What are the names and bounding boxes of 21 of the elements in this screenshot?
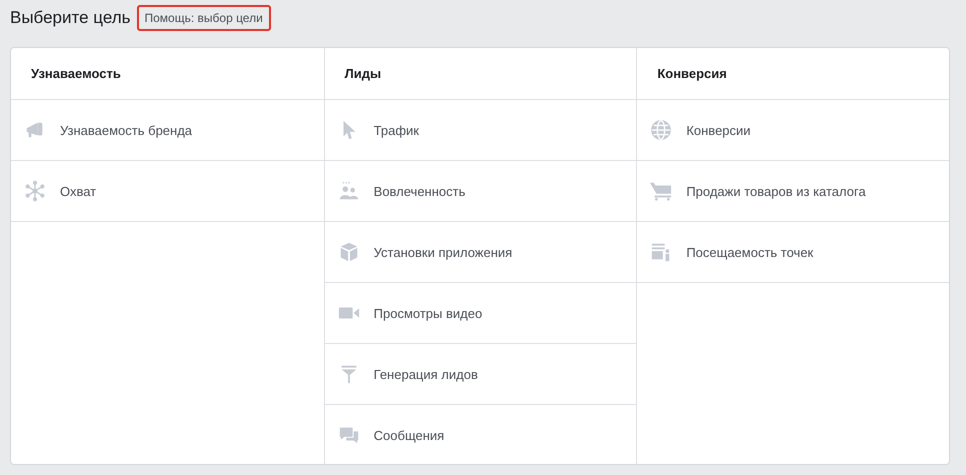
objective-option[interactable]: Генерация лидов (324, 344, 636, 405)
page-title: Выберите цель (10, 8, 130, 28)
column-heading: Конверсия (637, 48, 949, 100)
column-heading: Лиды (324, 48, 636, 100)
store-icon (650, 241, 672, 263)
objective-option[interactable]: Конверсии (637, 100, 949, 161)
column-heading: Узнаваемость (11, 48, 324, 100)
objective-option[interactable]: Просмотры видео (324, 283, 636, 344)
people-icon (338, 180, 360, 202)
objective-option[interactable]: Трафик (324, 100, 636, 161)
objective-option[interactable]: Установки приложения (324, 222, 636, 283)
globe-icon (650, 119, 672, 141)
objective-option[interactable]: Охват (11, 161, 324, 222)
objective-option[interactable]: Вовлеченность (324, 161, 636, 222)
cart-icon (650, 180, 672, 202)
objective-option[interactable]: Сообщения (324, 405, 636, 465)
network-icon (24, 180, 46, 202)
objective-option[interactable]: Продажи товаров из каталога (637, 161, 949, 222)
help-link[interactable]: Помощь: выбор цели (136, 5, 271, 31)
objective-option[interactable]: Посещаемость точек (637, 222, 949, 283)
objective-option[interactable]: Узнаваемость бренда (11, 100, 324, 161)
